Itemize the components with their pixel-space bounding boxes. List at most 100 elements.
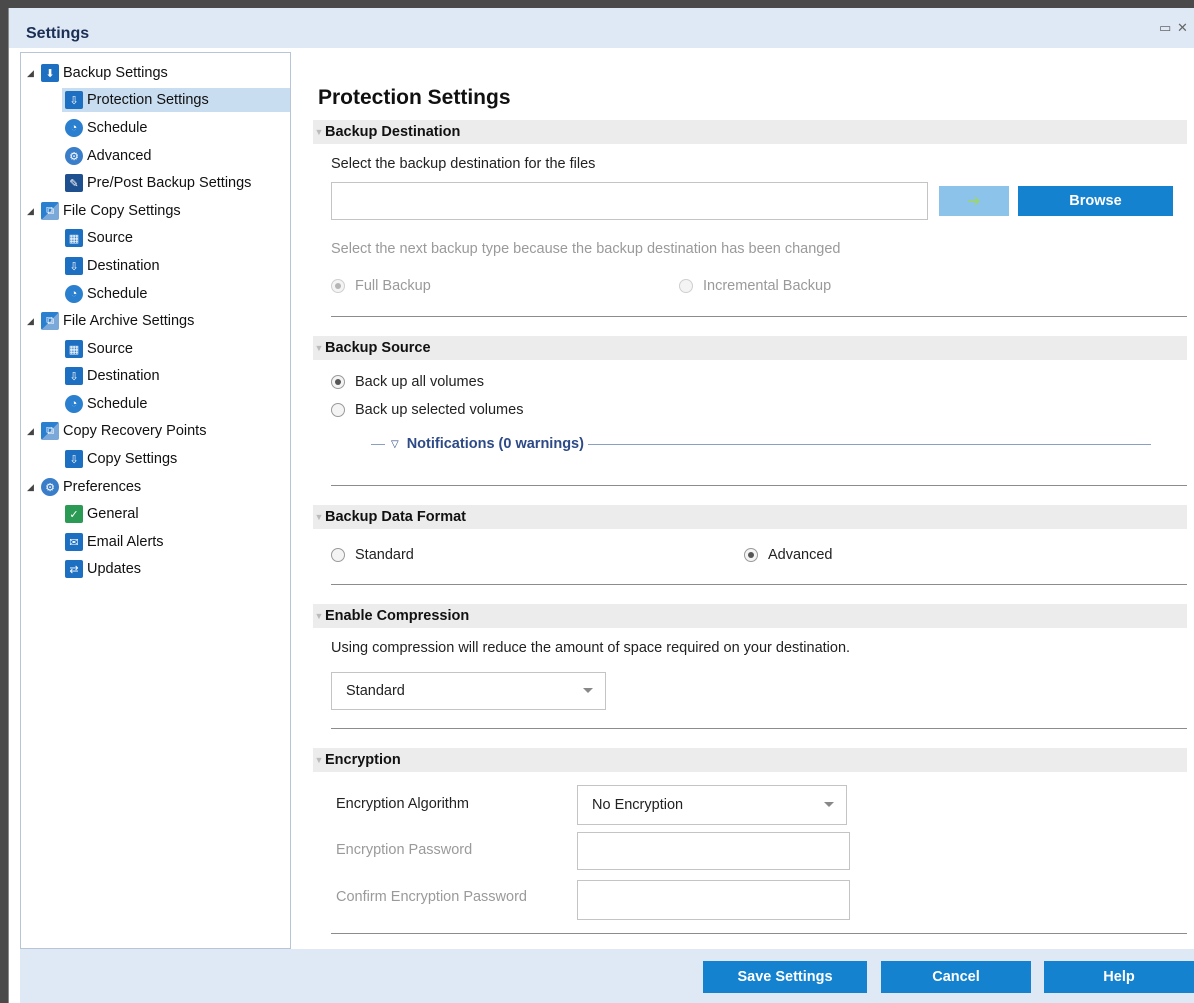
tree-item-file-copy-settings[interactable]: ◢ ⧉ File Copy Settings <box>27 199 181 223</box>
confirm-password-input[interactable] <box>577 880 850 920</box>
radio-dot <box>679 279 693 293</box>
radio-label: Full Backup <box>355 278 431 294</box>
radio-dot <box>331 403 345 417</box>
collapse-icon: ▼ <box>314 611 324 621</box>
save-settings-button[interactable]: Save Settings <box>703 961 867 993</box>
title-bar: Settings ▭ ✕ <box>9 8 1194 48</box>
back-up-all-volumes-radio[interactable]: Back up all volumes <box>331 374 484 390</box>
destination-icon: ⇩ <box>65 91 83 109</box>
tree-item-updates[interactable]: ⇄ Updates <box>65 557 141 581</box>
encryption-password-label: Encryption Password <box>336 842 473 858</box>
file-copy-icon: ⧉ <box>41 202 59 220</box>
compression-select[interactable]: Standard <box>331 672 606 710</box>
schedule-icon: ◔ <box>65 395 83 413</box>
tree-item-file-archive-destination[interactable]: ⇩ Destination <box>65 364 160 388</box>
tree-item-label: Preferences <box>63 479 142 495</box>
radio-label: Advanced <box>768 547 833 563</box>
expand-icon[interactable]: ◢ <box>27 426 37 437</box>
section-divider <box>331 584 1187 585</box>
window-title: Settings <box>26 25 90 42</box>
tree-item-label: Schedule <box>87 286 148 302</box>
collapse-icon: ▼ <box>314 127 324 137</box>
confirm-password-label: Confirm Encryption Password <box>336 889 527 905</box>
tree-item-label: Copy Settings <box>87 451 178 467</box>
restore-icon[interactable]: ▭ <box>1159 20 1171 36</box>
destination-icon: ⇩ <box>65 450 83 468</box>
section-header-enable-compression[interactable]: ▼ Enable Compression <box>313 604 1187 628</box>
tree-item-schedule[interactable]: ◔ Schedule <box>65 116 147 140</box>
section-title: Encryption <box>325 752 401 768</box>
file-archive-icon: ⧉ <box>41 312 59 330</box>
tree-item-label: Copy Recovery Points <box>63 423 207 439</box>
radio-dot <box>331 279 345 293</box>
expand-icon[interactable]: ◢ <box>27 206 37 217</box>
incremental-backup-radio[interactable]: Incremental Backup <box>679 278 831 294</box>
section-title: Enable Compression <box>325 608 470 624</box>
full-backup-radio[interactable]: Full Backup <box>331 278 431 294</box>
collapse-icon: ▼ <box>314 512 324 522</box>
footer-bar: Save Settings Cancel Help <box>20 949 1194 1003</box>
section-header-backup-data-format[interactable]: ▼ Backup Data Format <box>313 505 1187 529</box>
encryption-password-input[interactable] <box>577 832 850 870</box>
tree-item-file-archive-settings[interactable]: ◢ ⧉ File Archive Settings <box>27 309 194 333</box>
tree-item-pre-post-backup[interactable]: ✎ Pre/Post Backup Settings <box>65 171 251 195</box>
section-divider <box>331 485 1187 486</box>
tree-item-copy-recovery-points[interactable]: ◢ ⧉ Copy Recovery Points <box>27 419 206 443</box>
tree-item-preferences[interactable]: ◢ ⚙ Preferences <box>27 475 141 499</box>
page-title: Protection Settings <box>318 86 511 109</box>
section-header-backup-destination[interactable]: ▼ Backup Destination <box>313 120 1187 144</box>
section-divider <box>331 933 1187 934</box>
source-icon: ▦ <box>65 340 83 358</box>
expand-icon[interactable]: ◢ <box>27 482 37 493</box>
expand-icon[interactable]: ◢ <box>27 68 37 79</box>
encryption-algorithm-select[interactable]: No Encryption <box>577 785 847 825</box>
cancel-button[interactable]: Cancel <box>881 961 1031 993</box>
format-standard-radio[interactable]: Standard <box>331 547 414 563</box>
tree-item-file-archive-schedule[interactable]: ◔ Schedule <box>65 392 147 416</box>
tree-item-general[interactable]: ✓ General <box>65 502 139 526</box>
tree-item-backup-settings[interactable]: ◢ ⬇ Backup Settings <box>27 61 287 85</box>
destination-prompt: Select the backup destination for the fi… <box>331 156 596 172</box>
section-title: Backup Destination <box>325 124 461 140</box>
divider-line <box>371 443 385 445</box>
destination-changed-notice: Select the next backup type because the … <box>331 241 841 257</box>
email-icon: ✉ <box>65 533 83 551</box>
backup-icon: ⬇ <box>41 64 59 82</box>
settings-tree: ◢ ⬇ Backup Settings ⇩ Protection Setting… <box>20 52 291 949</box>
tree-item-label: Updates <box>87 561 142 577</box>
arrow-right-icon: ➔ <box>967 193 981 210</box>
updates-icon: ⇄ <box>65 560 83 578</box>
format-advanced-radio[interactable]: Advanced <box>744 547 833 563</box>
help-button[interactable]: Help <box>1044 961 1194 993</box>
radio-label: Standard <box>355 547 414 563</box>
go-button[interactable]: ➔ <box>939 186 1009 216</box>
expand-icon[interactable]: ◢ <box>27 316 37 327</box>
section-divider <box>331 316 1187 317</box>
tree-item-protection-settings[interactable]: ⇩ Protection Settings <box>62 88 290 112</box>
compression-description: Using compression will reduce the amount… <box>331 640 851 656</box>
general-icon: ✓ <box>65 505 83 523</box>
close-icon[interactable]: ✕ <box>1177 20 1188 36</box>
tree-item-advanced[interactable]: ⚙ Advanced <box>65 144 152 168</box>
section-header-encryption[interactable]: ▼ Encryption <box>313 748 1187 772</box>
tree-item-label: File Copy Settings <box>63 203 181 219</box>
settings-content: Protection Settings ▼ Backup Destination… <box>299 52 1194 949</box>
chevron-down-icon <box>583 688 593 693</box>
tree-item-file-copy-schedule[interactable]: ◔ Schedule <box>65 282 147 306</box>
browse-button[interactable]: Browse <box>1018 186 1173 216</box>
settings-window: Settings ▭ ✕ ◢ ⬇ Backup Settings ⇩ Prote… <box>8 8 1194 1003</box>
tree-item-file-copy-source[interactable]: ▦ Source <box>65 226 133 250</box>
tree-item-copy-settings[interactable]: ⇩ Copy Settings <box>65 447 177 471</box>
section-title: Backup Data Format <box>325 509 467 525</box>
destination-path-input[interactable] <box>331 182 928 220</box>
tree-item-email-alerts[interactable]: ✉ Email Alerts <box>65 530 164 554</box>
tree-item-label: File Archive Settings <box>63 313 195 329</box>
radio-dot <box>744 548 758 562</box>
tree-item-file-copy-destination[interactable]: ⇩ Destination <box>65 254 160 278</box>
notifications-toggle[interactable]: ▽ Notifications (0 warnings) <box>371 434 1151 454</box>
tree-item-file-archive-source[interactable]: ▦ Source <box>65 337 133 361</box>
select-value: No Encryption <box>592 797 684 813</box>
schedule-icon: ◔ <box>65 119 83 137</box>
back-up-selected-volumes-radio[interactable]: Back up selected volumes <box>331 402 523 418</box>
section-header-backup-source[interactable]: ▼ Backup Source <box>313 336 1187 360</box>
